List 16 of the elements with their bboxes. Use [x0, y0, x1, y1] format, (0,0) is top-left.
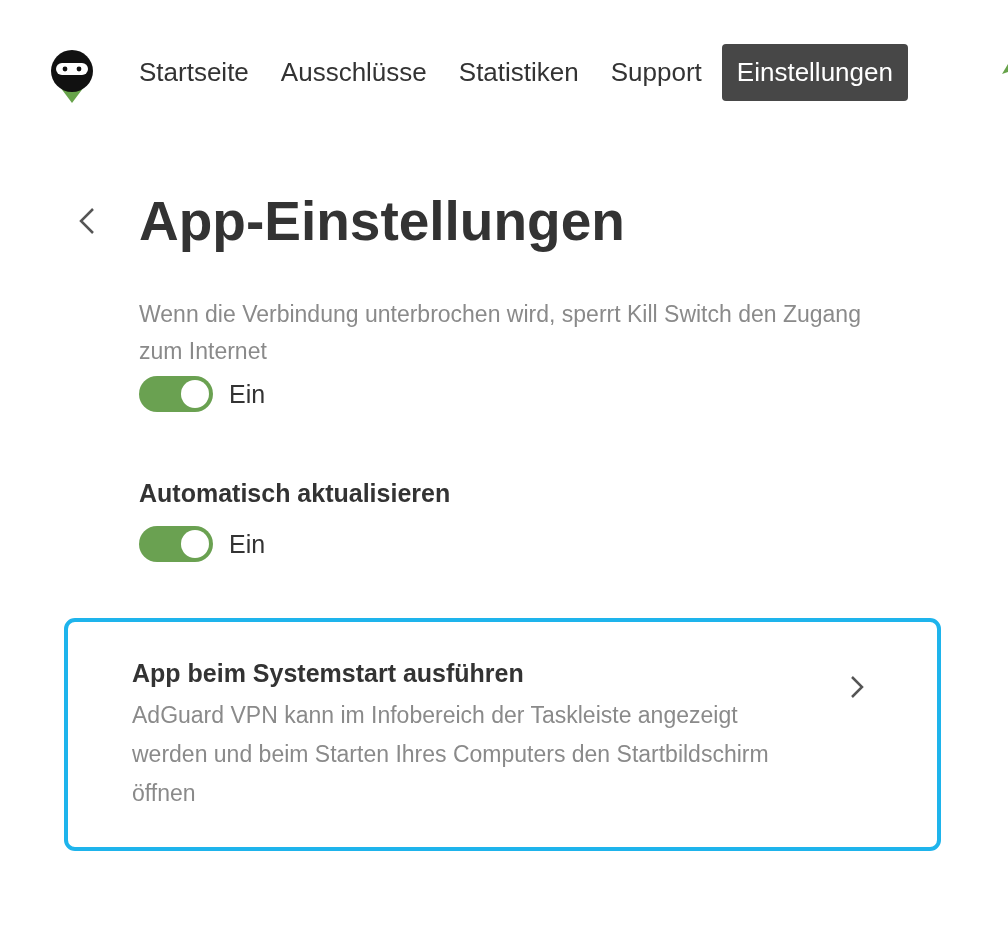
nav-tab[interactable]: Support	[598, 44, 714, 101]
card-title: App beim Systemstart ausführen	[132, 659, 524, 688]
nav-tab[interactable]: Einstellungen	[721, 44, 908, 101]
card-description: AdGuard VPN kann im Infobereich der Taskleiste angezeigt werden und beim Starten Ihres Computers den Startbildschirm öffnen	[132, 701, 770, 808]
chevron-right-icon	[849, 674, 865, 700]
nav-tab[interactable]: Startseite	[130, 44, 261, 101]
settings-card[interactable]: App beim Systemstart ausführen AdGuard VPN kann im Infobereich der Taskleiste angezeigt werden und beim Starten Ihres Computers den Startbildschirm öffnen	[64, 618, 941, 851]
setting-title: Automatisch aktualisieren	[139, 479, 452, 508]
toggle-switch[interactable]	[139, 526, 213, 562]
page-title: App-Einstellungen	[139, 189, 625, 253]
setting-description: Wenn die Verbindung unterbrochen wird, sperrt Kill Switch den Zugang zum Internet	[139, 300, 861, 366]
toggle-label: Ein	[229, 529, 266, 559]
nav-tab[interactable]: Ausschlüsse	[268, 44, 439, 101]
toggle-label: Ein	[229, 379, 266, 409]
toggle-switch[interactable]	[139, 376, 213, 412]
nav-tab[interactable]: Statistiken	[446, 44, 591, 101]
